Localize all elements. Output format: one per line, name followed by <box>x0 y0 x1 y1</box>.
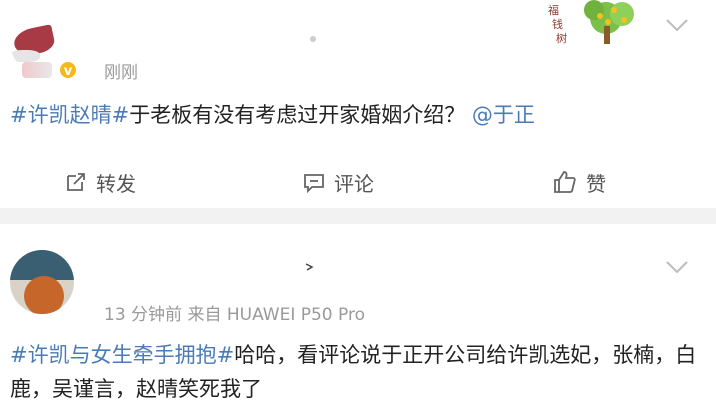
decorative-dot <box>310 36 316 42</box>
like-button[interactable]: 赞 <box>552 166 606 198</box>
topic-link[interactable]: #许凯与女生牵手拥抱# <box>10 343 234 367</box>
comment-icon <box>304 174 324 194</box>
username-fragment[interactable] <box>22 62 52 78</box>
sticker-char: 树 <box>556 31 567 45</box>
weibo-post: 13 分钟前 来自 HUAWEI P50 Pro #许凯与女生牵手拥抱#哈哈，看… <box>0 224 716 418</box>
feed-divider <box>0 208 716 224</box>
post-meta: 13 分钟前 来自 HUAWEI P50 Pro <box>104 305 365 325</box>
sticker-char: 钱 <box>552 17 563 31</box>
post-time: 刚刚 <box>104 63 138 83</box>
topic-link[interactable]: #许凯赵晴# <box>10 103 129 127</box>
money-tree-sticker-icon: 福 钱 树 <box>548 0 634 45</box>
repost-button[interactable]: 转发 <box>64 166 136 198</box>
like-label: 赞 <box>586 171 606 196</box>
post-body: #许凯与女生牵手拥抱#哈哈，看评论说于正开公司给许凯选妃，张楠，白鹿，吴谨言，赵… <box>10 338 702 406</box>
avatar-image-shape <box>10 50 40 62</box>
post-text: 于老板有没有考虑过开家婚姻介绍？ <box>129 103 466 127</box>
comment-label: 评论 <box>334 171 374 196</box>
like-icon <box>554 171 576 193</box>
repost-icon <box>67 173 85 191</box>
verified-badge-icon: v <box>58 60 78 80</box>
repost-label: 转发 <box>96 171 136 196</box>
mention-link[interactable]: @于正 <box>472 103 535 127</box>
chevron-down-icon[interactable] <box>664 258 690 276</box>
post-body: #许凯赵晴#于老板有没有考虑过开家婚姻介绍？ @于正 <box>10 98 702 132</box>
weibo-post: v 刚刚 福 钱 树 #许凯赵晴#于老板有没有考虑过开家婚姻介绍？ @于正 转发 <box>0 0 716 208</box>
chevron-down-icon[interactable] <box>664 16 690 34</box>
comment-button[interactable]: 评论 <box>302 166 374 198</box>
avatar-image-shape <box>24 276 64 314</box>
avatar[interactable] <box>10 250 74 314</box>
sticker-char: 福 <box>548 3 559 17</box>
decorative-mark <box>305 263 314 271</box>
action-bar: 转发 评论 赞 <box>0 160 716 204</box>
